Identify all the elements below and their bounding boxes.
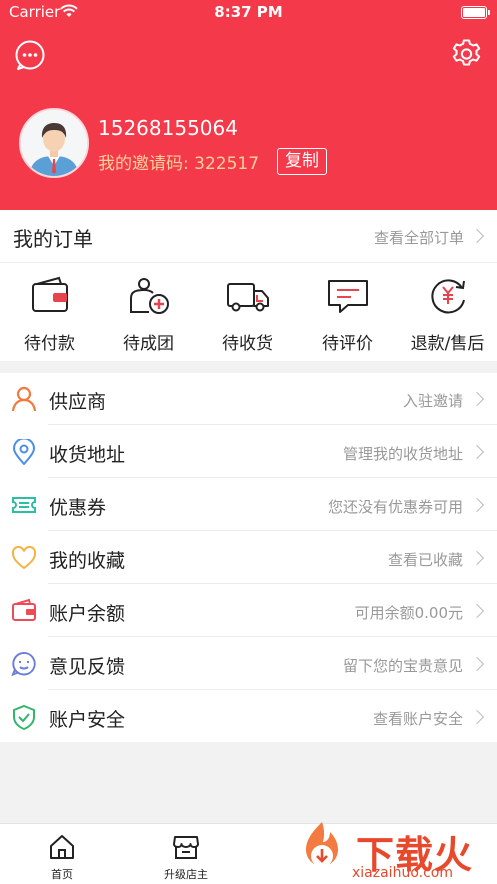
chevron-right-icon xyxy=(469,550,485,566)
flame-logo-icon xyxy=(306,822,338,867)
view-all-orders-link[interactable]: 查看全部订单 xyxy=(374,227,464,248)
copy-invite-button[interactable]: 复制 xyxy=(277,148,327,175)
menu-item-value: 入驻邀请 xyxy=(402,392,463,410)
menu-item-value: 您还没有优惠券可用 xyxy=(327,498,463,516)
order-status-pending-group[interactable]: 待成团 xyxy=(99,272,198,356)
menu-item-label: 供应商 xyxy=(49,391,107,413)
account-menu: 供应商 入驻邀请 收货地址 管理我的收货地址 优惠券 您还没有优惠券可用 我的收… xyxy=(0,373,497,742)
order-status-refund[interactable]: 退款/售后 xyxy=(398,272,497,356)
watermark-url: xiazaihuo.com xyxy=(352,865,453,881)
menu-item-favorites[interactable]: 我的收藏 查看已收藏 xyxy=(0,532,497,584)
profile-header: Carrier 8:37 PM 15268155064 我的邀请码: 32251… xyxy=(0,0,497,210)
menu-item-value: 查看账户安全 xyxy=(372,710,463,728)
truck-icon xyxy=(226,283,269,312)
menu-item-label: 收货地址 xyxy=(49,444,126,466)
watermark-logo: 下载火 xiazaihuo.com xyxy=(292,818,497,883)
order-status-label: 待收货 xyxy=(222,334,273,354)
menu-item-label: 账户安全 xyxy=(49,709,126,731)
order-status-pending-review[interactable]: 待评价 xyxy=(298,272,397,356)
order-status-label: 待成团 xyxy=(123,334,174,354)
orders-header[interactable]: 我的订单 查看全部订单 xyxy=(0,210,497,263)
order-status-pending-payment[interactable]: 待付款 xyxy=(0,272,99,356)
store-icon xyxy=(173,836,199,859)
feedback-face-icon xyxy=(11,651,36,677)
menu-item-address[interactable]: 收货地址 管理我的收货地址 xyxy=(0,426,497,478)
chevron-right-icon xyxy=(469,603,485,619)
order-status-label: 待评价 xyxy=(322,334,373,354)
settings-gear-icon[interactable] xyxy=(450,38,483,71)
menu-item-supplier[interactable]: 供应商 入驻邀请 xyxy=(0,373,497,425)
menu-item-label: 意见反馈 xyxy=(49,656,126,678)
comment-icon xyxy=(327,280,368,313)
avatar[interactable] xyxy=(19,108,89,178)
order-status-pending-receipt[interactable]: 待收货 xyxy=(198,272,297,356)
heart-icon xyxy=(11,545,37,570)
chevron-right-icon xyxy=(469,228,485,244)
avatar-person-icon xyxy=(21,110,87,176)
menu-item-balance[interactable]: 账户余额 可用余额0.00元 xyxy=(0,585,497,637)
menu-item-value: 查看已收藏 xyxy=(387,551,463,569)
person-icon xyxy=(11,386,37,412)
invite-code: 我的邀请码: 322517 xyxy=(98,154,260,174)
menu-item-label: 优惠券 xyxy=(49,497,107,519)
menu-item-coupons[interactable]: 优惠券 您还没有优惠券可用 xyxy=(0,479,497,531)
group-add-icon xyxy=(129,278,169,314)
menu-item-label: 我的收藏 xyxy=(49,550,126,572)
order-status-label: 退款/售后 xyxy=(410,334,485,354)
order-status-label: 待付款 xyxy=(24,334,75,354)
tab-upgrade-store[interactable]: 升级店主 xyxy=(124,824,248,884)
wallet-icon xyxy=(31,276,68,312)
menu-item-value: 留下您的宝贵意见 xyxy=(342,657,463,675)
status-bar: Carrier 8:37 PM xyxy=(0,0,497,26)
menu-item-value: 可用余额0.00元 xyxy=(354,604,463,622)
orders-section: 我的订单 查看全部订单 待付款 待成团 待收货 待评价 退款/售后 xyxy=(0,210,497,361)
wallet-icon xyxy=(12,598,36,621)
chevron-right-icon xyxy=(469,497,485,513)
menu-item-feedback[interactable]: 意见反馈 留下您的宝贵意见 xyxy=(0,638,497,690)
menu-item-security[interactable]: 账户安全 查看账户安全 xyxy=(0,691,497,743)
message-icon[interactable] xyxy=(14,39,46,71)
clock: 8:37 PM xyxy=(214,3,283,21)
user-phone: 15268155064 xyxy=(98,116,238,140)
chevron-right-icon xyxy=(469,709,485,725)
ticket-icon xyxy=(12,497,36,513)
chevron-right-icon xyxy=(469,656,485,672)
tab-home[interactable]: 首页 xyxy=(0,824,124,884)
shield-check-icon xyxy=(13,704,35,730)
orders-title: 我的订单 xyxy=(13,227,93,251)
chevron-right-icon xyxy=(469,391,485,407)
battery-icon xyxy=(461,6,490,19)
refund-icon xyxy=(430,279,465,314)
menu-item-label: 账户余额 xyxy=(49,603,126,625)
tab-label: 升级店主 xyxy=(164,868,208,881)
home-icon xyxy=(50,835,74,859)
location-pin-icon xyxy=(12,439,36,465)
menu-item-value: 管理我的收货地址 xyxy=(342,445,463,463)
tab-label: 首页 xyxy=(51,868,73,881)
chevron-right-icon xyxy=(469,444,485,460)
